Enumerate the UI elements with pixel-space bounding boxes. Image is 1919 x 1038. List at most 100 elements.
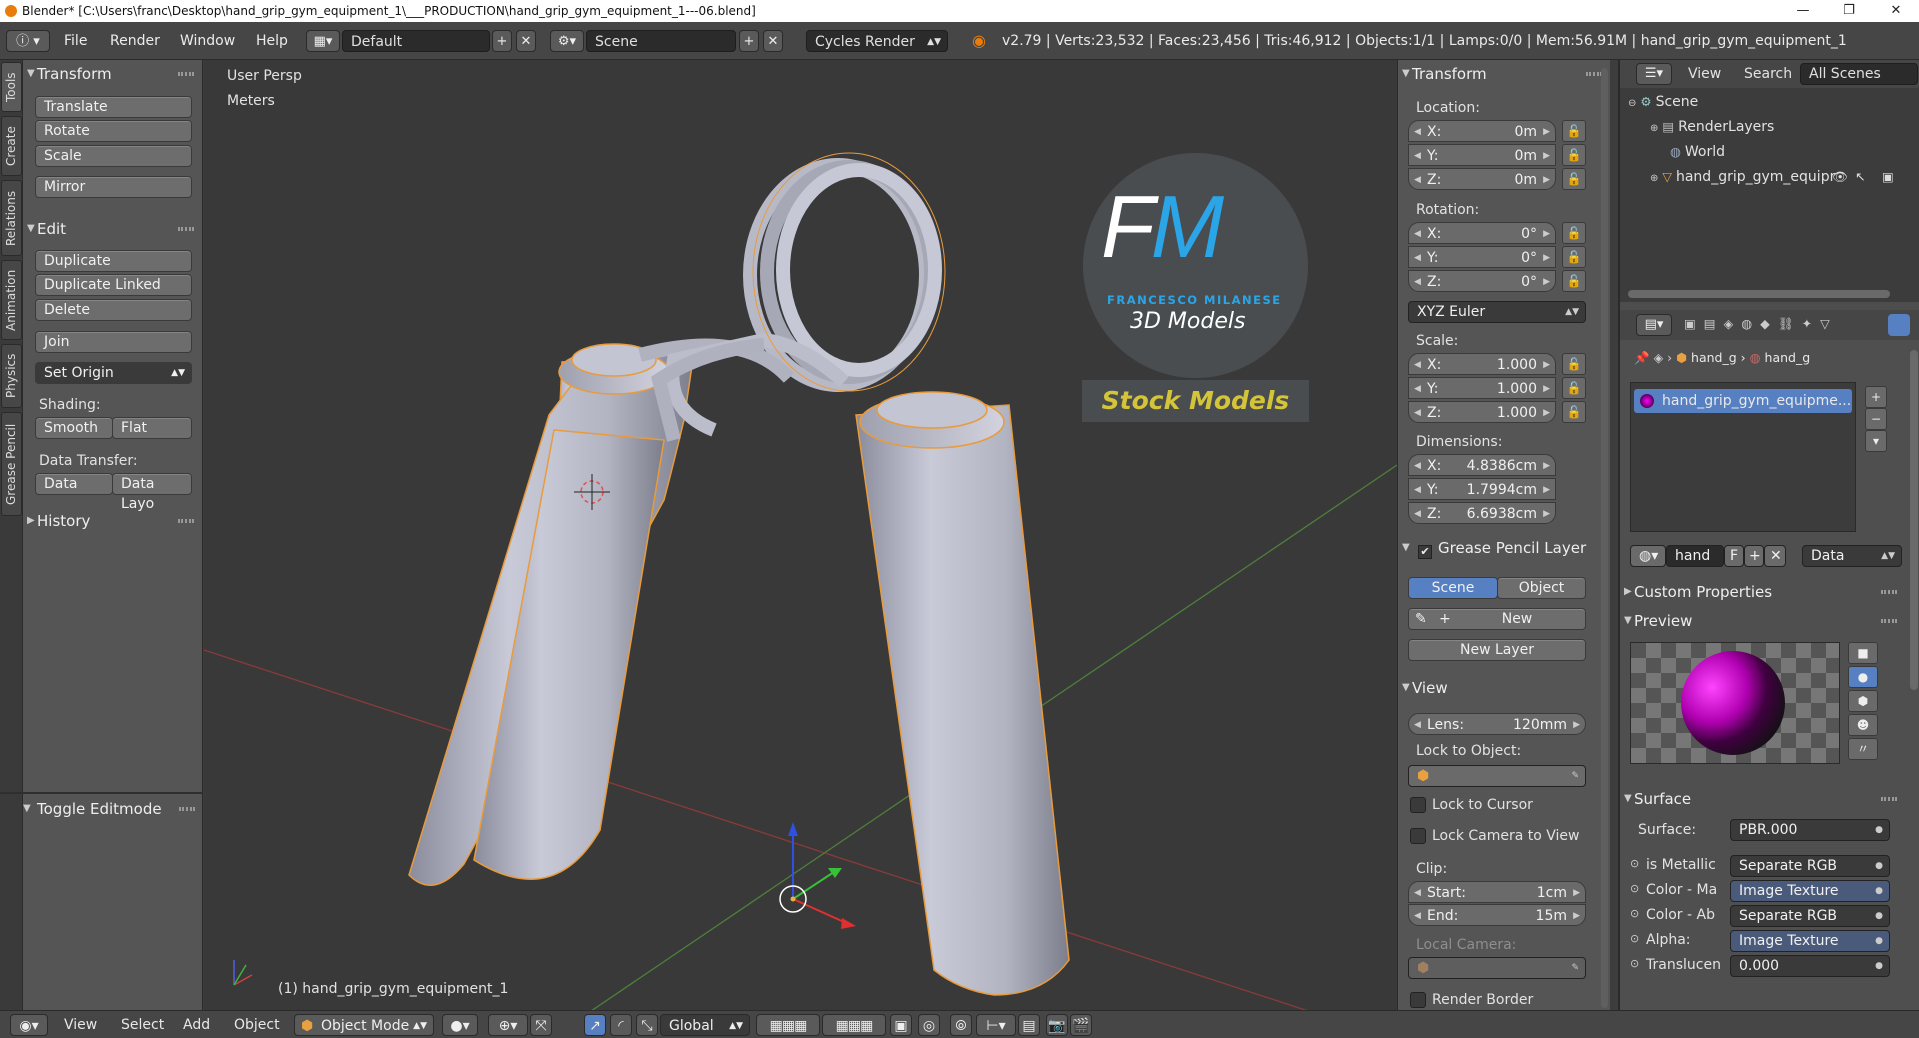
- rotation-z-field[interactable]: ◀ Z: 0° ▶: [1408, 270, 1556, 292]
- shader-input-row[interactable]: ⊙ Color - Ma Image Texture ●: [1628, 880, 1898, 904]
- add-layout-icon[interactable]: +: [492, 30, 512, 52]
- shading-mode-icon[interactable]: ●▾: [442, 1014, 478, 1036]
- menu-file[interactable]: File: [64, 30, 87, 52]
- outliner-editor-icon[interactable]: ☰▾: [1636, 63, 1672, 85]
- eyedropper-icon[interactable]: ✎: [1571, 958, 1579, 978]
- gp-new-button[interactable]: ✎ + New: [1408, 608, 1586, 630]
- pivot-point-icon[interactable]: ⊕▾: [488, 1014, 528, 1036]
- orientation-dropdown[interactable]: Global ▲▼: [660, 1014, 750, 1036]
- outliner-hscrollbar[interactable]: [1628, 290, 1890, 298]
- expand-icon[interactable]: ⊕: [1650, 173, 1658, 184]
- cursor-select-icon[interactable]: ↖: [1855, 169, 1865, 184]
- gp-enable-checkbox[interactable]: ✔: [1418, 545, 1432, 559]
- slot-menu-icon[interactable]: ▾: [1865, 430, 1887, 452]
- menu-render[interactable]: Render: [110, 30, 160, 52]
- shader-input-dropdown[interactable]: 0.000 ●: [1730, 955, 1890, 977]
- scale-x-field[interactable]: ◀ X: 1.000 ▶: [1408, 353, 1556, 375]
- material-link-dropdown[interactable]: Data ▲▼: [1802, 545, 1902, 567]
- editor-type-icon[interactable]: ◉▾: [10, 1014, 48, 1036]
- menu-select[interactable]: Select: [121, 1014, 164, 1036]
- gp-scene-button[interactable]: Scene: [1408, 577, 1498, 599]
- new-material-icon[interactable]: +: [1744, 545, 1764, 567]
- socket-icon[interactable]: ⊙: [1630, 957, 1639, 970]
- left-handle[interactable]: [408, 343, 695, 886]
- outliner-search-menu[interactable]: Search: [1744, 66, 1792, 82]
- add-slot-icon[interactable]: +: [1865, 386, 1887, 408]
- rotate-button[interactable]: Rotate: [35, 120, 192, 142]
- location-x-field[interactable]: ◀ X: 0m ▶: [1408, 120, 1556, 142]
- properties-scrollbar[interactable]: [1910, 350, 1918, 690]
- lock-camera-checkbox[interactable]: [1410, 828, 1426, 844]
- socket-icon[interactable]: ⊙: [1630, 857, 1639, 870]
- lock-to-cursor-checkbox[interactable]: [1410, 797, 1426, 813]
- lock-icon[interactable]: 🔓: [1562, 246, 1586, 268]
- menu-add[interactable]: Add: [183, 1014, 210, 1036]
- outliner-row-renderlayers[interactable]: ⊕ ▤ RenderLayers: [1650, 119, 1774, 135]
- socket-icon[interactable]: ⊙: [1630, 907, 1639, 920]
- n-view-header[interactable]: ▼ View: [1398, 676, 1610, 700]
- grease-pencil-layer-header[interactable]: ▼ ✔ Grease Pencil Layer: [1398, 536, 1610, 560]
- edit-panel-header[interactable]: ▼ Edit: [23, 217, 202, 241]
- drag-grip-icon[interactable]: [1586, 72, 1602, 76]
- shader-input-row[interactable]: ⊙ Translucen 0.000 ●: [1628, 955, 1898, 979]
- scene-icon[interactable]: ⚙▾: [550, 30, 584, 52]
- data-button[interactable]: Data: [35, 473, 113, 495]
- scale-y-field[interactable]: ◀ Y: 1.000 ▶: [1408, 377, 1556, 399]
- preview-hair-icon[interactable]: 〃: [1848, 738, 1878, 760]
- remove-slot-icon[interactable]: −: [1865, 408, 1887, 430]
- clip-end-field[interactable]: ◀ End: 15m ▶: [1408, 904, 1586, 926]
- lock-icon[interactable]: 🔓: [1562, 168, 1586, 190]
- drag-grip-icon[interactable]: [179, 807, 195, 811]
- unlink-material-icon[interactable]: ✕: [1764, 545, 1786, 567]
- lock-icon[interactable]: 🔓: [1562, 222, 1586, 244]
- right-handle[interactable]: [855, 391, 1070, 996]
- tab-relations[interactable]: Relations: [1, 180, 22, 256]
- scene-field[interactable]: Scene: [586, 30, 736, 52]
- operator-panel-header[interactable]: ▼ Toggle Editmode: [9, 797, 203, 821]
- clip-start-field[interactable]: ◀ Start: 1cm ▶: [1408, 881, 1586, 903]
- tab-create[interactable]: Create: [1, 116, 22, 176]
- dimensions-z-field[interactable]: ◀ Z: 6.6938cm ▶: [1408, 502, 1556, 524]
- drag-grip-icon[interactable]: [1881, 619, 1897, 623]
- remove-layout-icon[interactable]: ✕: [516, 30, 536, 52]
- shader-input-dropdown[interactable]: Image Texture ●: [1730, 930, 1890, 952]
- outliner-view-menu[interactable]: View: [1688, 66, 1721, 82]
- remove-scene-icon[interactable]: ✕: [763, 30, 783, 52]
- material-slot-list[interactable]: hand_grip_gym_equipme...: [1630, 382, 1856, 532]
- location-y-field[interactable]: ◀ Y: 0m ▶: [1408, 144, 1556, 166]
- layout-grid-icon[interactable]: ▦▾: [306, 30, 340, 52]
- manipulator-toggle-icon[interactable]: ⤧: [530, 1014, 552, 1036]
- rotation-x-field[interactable]: ◀ X: 0° ▶: [1408, 222, 1556, 244]
- local-camera-field[interactable]: ⬢ ✎: [1408, 957, 1586, 979]
- material-tab-icon[interactable]: [1888, 314, 1910, 336]
- scale-button[interactable]: Scale: [35, 145, 192, 167]
- scale-manipulator-icon[interactable]: ⤡: [636, 1014, 658, 1036]
- shader-input-row[interactable]: ⊙ Alpha: Image Texture ●: [1628, 930, 1898, 954]
- fake-user-button[interactable]: F: [1724, 545, 1744, 567]
- shader-input-row[interactable]: ⊙ is Metallic Separate RGB ●: [1628, 855, 1898, 879]
- material-slot-item[interactable]: hand_grip_gym_equipme...: [1634, 389, 1852, 413]
- translate-manipulator-icon[interactable]: ↗: [584, 1014, 606, 1036]
- drag-grip-icon[interactable]: [1881, 590, 1897, 594]
- drag-grip-icon[interactable]: [178, 227, 194, 231]
- drag-grip-icon[interactable]: [1881, 797, 1897, 801]
- shader-input-dropdown[interactable]: Separate RGB ●: [1730, 905, 1890, 927]
- n-panel-scrollbar[interactable]: [1601, 68, 1608, 1008]
- proportional-edit-icon[interactable]: ◎: [918, 1014, 940, 1036]
- duplicate-button[interactable]: Duplicate: [35, 250, 192, 272]
- camera-render-icon[interactable]: 📷: [1046, 1014, 1068, 1036]
- lock-icon[interactable]: 🔓: [1562, 377, 1586, 399]
- n-transform-header[interactable]: ▼ Transform: [1398, 62, 1610, 86]
- gp-new-layer-button[interactable]: New Layer: [1408, 639, 1586, 661]
- preview-flat-icon[interactable]: ■: [1848, 642, 1878, 664]
- preview-type-buttons[interactable]: ■ ● ⬢ ☻ 〃: [1848, 642, 1880, 772]
- layers-grid-b[interactable]: ▦▦▦: [822, 1014, 886, 1036]
- rotation-mode-dropdown[interactable]: XYZ Euler ▲▼: [1408, 301, 1586, 323]
- display-mode-dropdown[interactable]: All Scenes: [1800, 63, 1918, 85]
- tab-grease-pencil[interactable]: Grease Pencil: [1, 412, 22, 516]
- context-tabs-icons[interactable]: ▣▤◈◍◆⛓✦▽: [1684, 316, 1838, 332]
- drag-grip-icon[interactable]: [178, 72, 194, 76]
- expand-icon[interactable]: ⊕: [1650, 123, 1658, 134]
- render-camera-icon[interactable]: ▣: [1882, 169, 1894, 184]
- eyedropper-icon[interactable]: ✎: [1571, 766, 1579, 786]
